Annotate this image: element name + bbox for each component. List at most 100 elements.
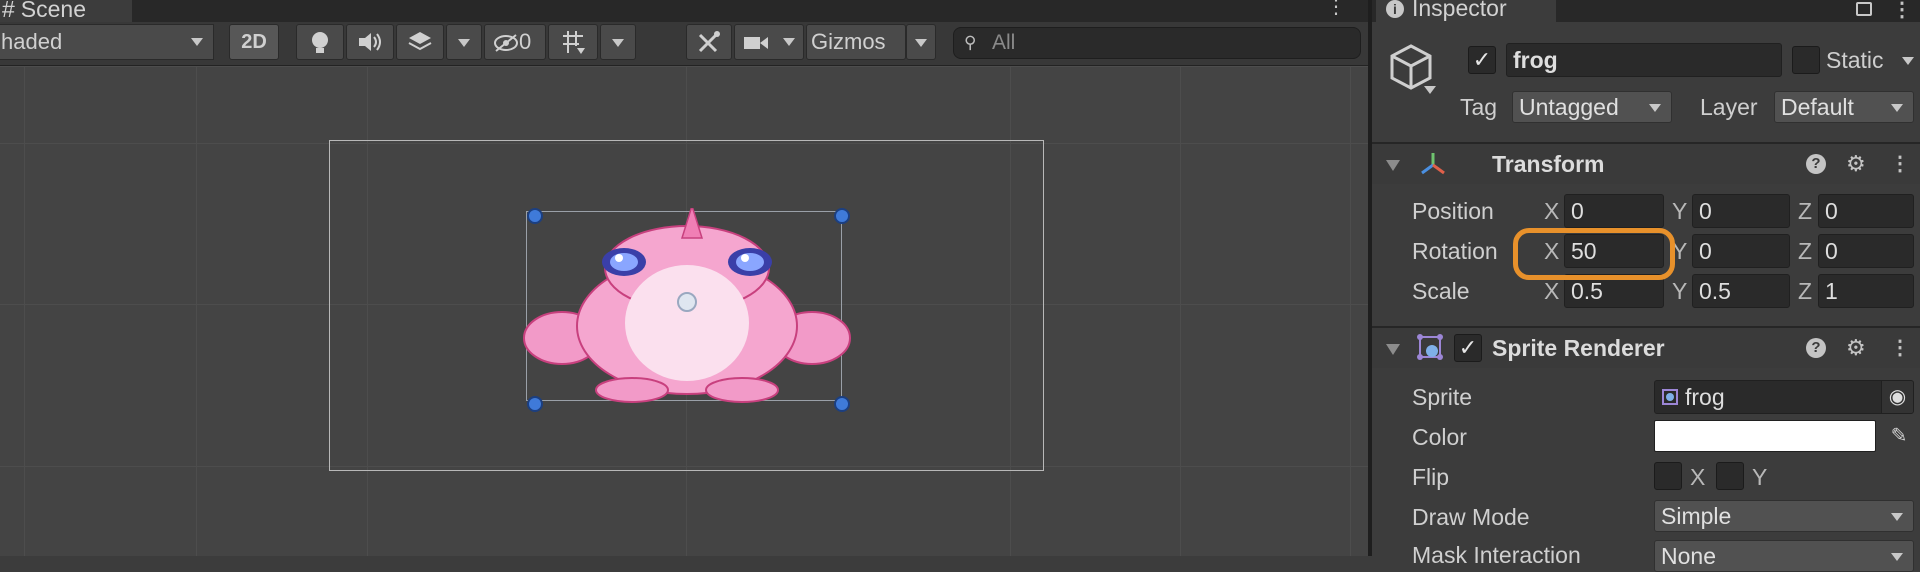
lighting-toggle-button[interactable]: [296, 24, 344, 60]
flip-y-checkbox[interactable]: [1716, 462, 1744, 490]
gameobject-name-field[interactable]: frog: [1506, 43, 1782, 77]
lock-icon[interactable]: [1856, 2, 1872, 16]
effects-dropdown[interactable]: [446, 24, 482, 60]
static-checkbox[interactable]: [1792, 46, 1820, 74]
grid-line: [1350, 66, 1351, 556]
help-icon[interactable]: ?: [1806, 154, 1826, 174]
mask-interaction-dropdown[interactable]: None: [1654, 540, 1914, 572]
sprite-field[interactable]: frog ◉: [1654, 380, 1914, 414]
chevron-down-icon: [191, 38, 203, 46]
color-swatch[interactable]: [1654, 420, 1876, 452]
scene-visibility-toggle[interactable]: 0: [484, 24, 546, 60]
component-menu-icon[interactable]: ⋮: [1890, 338, 1910, 358]
presets-icon[interactable]: ⚙: [1846, 337, 1866, 359]
flip-label: Flip: [1412, 464, 1450, 490]
frog-sprite[interactable]: [522, 208, 852, 408]
tag-dropdown[interactable]: Untagged: [1512, 91, 1672, 123]
scene-viewport[interactable]: [0, 66, 1368, 556]
object-picker-icon[interactable]: ◉: [1881, 381, 1913, 413]
scene-tab-bar: # Scene ⋮: [0, 0, 1368, 22]
tab-scene[interactable]: # Scene: [0, 0, 132, 22]
transform-title: Transform: [1492, 151, 1605, 177]
inspector-tab-label: Inspector: [1412, 0, 1507, 21]
sprite-renderer-title: Sprite Renderer: [1492, 335, 1665, 361]
inspector-menu-icon[interactable]: ⋮: [1892, 0, 1912, 20]
rotation-x-highlight: [1513, 228, 1675, 280]
sprite-renderer-icon: [1417, 334, 1443, 360]
transform-header[interactable]: Transform ? ⚙ ⋮: [1372, 142, 1920, 184]
grid-icon: [563, 31, 585, 54]
gizmos-dropdown[interactable]: [906, 24, 936, 60]
presets-icon[interactable]: ⚙: [1846, 153, 1866, 175]
search-placeholder: All: [992, 31, 1016, 54]
search-icon: ⚲: [964, 33, 977, 52]
flip-x-label: X: [1690, 464, 1706, 490]
tab-inspector[interactable]: i Inspector: [1376, 0, 1556, 22]
grid-line: [0, 66, 1368, 67]
layer-value: Default: [1781, 94, 1854, 120]
color-label: Color: [1412, 424, 1467, 450]
position-z-axis: Z: [1798, 198, 1813, 224]
tools-button[interactable]: [686, 24, 732, 60]
static-label: Static: [1826, 47, 1884, 73]
position-y-field[interactable]: 0: [1692, 194, 1790, 228]
sprite-renderer-header[interactable]: ✓ Sprite Renderer ? ⚙ ⋮: [1372, 326, 1920, 368]
eyedropper-icon[interactable]: ✎: [1884, 420, 1914, 452]
sprite-value: frog: [1685, 384, 1725, 410]
draw-mode-dropdown[interactable]: Simple: [1654, 500, 1914, 532]
grid-toggle-button[interactable]: [548, 24, 598, 60]
mask-interaction-value: None: [1661, 543, 1716, 569]
scene-search-input[interactable]: ⚲ All: [953, 27, 1361, 59]
camera-settings-dropdown[interactable]: [734, 24, 804, 60]
rotation-y-field[interactable]: 0: [1692, 234, 1790, 268]
tools-icon: [698, 31, 720, 53]
icon-dropdown-icon[interactable]: [1424, 86, 1436, 94]
scene-tab-label: Scene: [20, 0, 87, 22]
gizmos-button[interactable]: Gizmos: [806, 24, 906, 60]
flip-x-checkbox[interactable]: [1654, 462, 1682, 490]
static-dropdown-icon[interactable]: [1902, 57, 1914, 65]
chevron-down-icon: [458, 39, 470, 48]
scale-label: Scale: [1412, 278, 1470, 304]
foldout-arrow-icon[interactable]: [1386, 344, 1400, 355]
speaker-icon: [359, 33, 381, 51]
rotation-z-axis: Z: [1798, 238, 1813, 264]
grid-dropdown[interactable]: [600, 24, 636, 60]
scale-y-axis: Y: [1672, 278, 1688, 304]
flip-y-label: Y: [1752, 464, 1768, 490]
layer-dropdown[interactable]: Default: [1774, 91, 1914, 123]
scene-menu-icon[interactable]: ⋮: [1326, 0, 1346, 17]
layer-label: Layer: [1700, 94, 1758, 120]
audio-toggle-button[interactable]: [346, 24, 394, 60]
resize-handle-bottom-right[interactable]: [834, 396, 850, 412]
help-icon[interactable]: ?: [1806, 338, 1826, 358]
scene-view[interactable]: # Scene ⋮ haded 2D 0 Gizmos ⚲ All: [0, 0, 1368, 556]
chevron-down-icon: [915, 39, 927, 48]
scale-y-field[interactable]: 0.5: [1692, 274, 1790, 308]
resize-handle-top-left[interactable]: [527, 208, 543, 224]
sprite-renderer-enabled-checkbox[interactable]: ✓: [1454, 334, 1482, 362]
shading-mode-dropdown[interactable]: haded: [0, 24, 214, 60]
position-x-field[interactable]: 0: [1564, 194, 1664, 228]
effects-toggle-button[interactable]: [396, 24, 444, 60]
foldout-arrow-icon[interactable]: [1386, 160, 1400, 171]
gameobject-active-checkbox[interactable]: ✓: [1468, 46, 1496, 74]
position-x-axis: X: [1544, 198, 1560, 224]
hidden-count: 0: [519, 29, 532, 54]
resize-handle-bottom-left[interactable]: [527, 396, 543, 412]
position-z-field[interactable]: 0: [1818, 194, 1914, 228]
resize-handle-top-right[interactable]: [834, 208, 850, 224]
2d-toggle-button[interactable]: 2D: [229, 24, 279, 60]
grid-line: [196, 66, 197, 556]
rotation-z-field[interactable]: 0: [1818, 234, 1914, 268]
chevron-down-icon: [1891, 104, 1903, 112]
position-y-axis: Y: [1672, 198, 1688, 224]
tag-label: Tag: [1460, 94, 1498, 120]
component-menu-icon[interactable]: ⋮: [1890, 154, 1910, 174]
chevron-down-icon: [612, 39, 624, 48]
inspector-tab-bar: i Inspector ⋮: [1372, 0, 1920, 22]
transform-icon: [1421, 153, 1445, 175]
camera-icon: [744, 37, 768, 50]
eye-hidden-icon: [494, 34, 518, 52]
scale-z-field[interactable]: 1: [1818, 274, 1914, 308]
